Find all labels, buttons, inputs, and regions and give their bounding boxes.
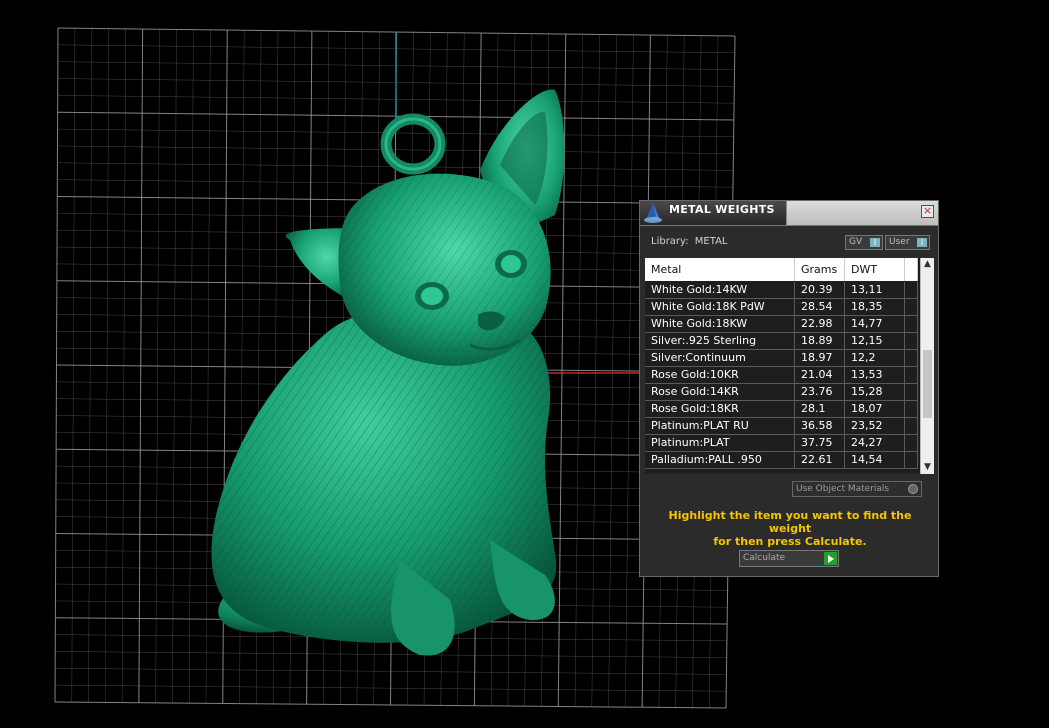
table-row[interactable]: Platinum:PLAT RU 36.58 23,52 <box>645 418 918 435</box>
cell-metal: Silver:.925 Sterling <box>645 333 795 350</box>
panel-title-tab: METAL WEIGHTS <box>640 201 787 225</box>
scroll-up-icon[interactable]: ▲ <box>921 258 934 271</box>
cat-pendant-model[interactable] <box>211 89 565 656</box>
radio-icon[interactable] <box>908 484 918 494</box>
cell-spacer <box>905 333 918 350</box>
table-row[interactable]: Rose Gold:18KR 28.1 18,07 <box>645 401 918 418</box>
header-metal[interactable]: Metal <box>645 258 795 281</box>
header-grams[interactable]: Grams <box>795 258 845 281</box>
cell-grams: 21.04 <box>795 367 845 384</box>
library-label-key: Library: <box>651 236 689 247</box>
use-object-materials-label: Use Object Materials <box>796 484 890 494</box>
cell-dwt: 14,77 <box>845 316 905 333</box>
cell-metal: Silver:Continuum <box>645 350 795 367</box>
instruction-line-2: for then press Calculate. <box>713 535 867 548</box>
cell-grams: 37.75 <box>795 435 845 452</box>
cell-dwt: 18,35 <box>845 299 905 316</box>
cell-metal: Rose Gold:18KR <box>645 401 795 418</box>
calculate-label: Calculate <box>743 553 786 563</box>
cell-metal: Rose Gold:14KR <box>645 384 795 401</box>
cell-spacer <box>905 435 918 452</box>
table-scrollbar[interactable]: ▲ ▼ <box>920 258 934 474</box>
cell-metal: Palladium:PALL .950 <box>645 452 795 469</box>
cell-spacer <box>905 316 918 333</box>
table-row[interactable]: White Gold:14KW 20.39 13,11 <box>645 282 918 299</box>
cell-grams: 23.76 <box>795 384 845 401</box>
cell-grams: 20.39 <box>795 282 845 299</box>
cell-dwt: 13,11 <box>845 282 905 299</box>
cell-spacer <box>905 401 918 418</box>
cell-grams: 28.1 <box>795 401 845 418</box>
library-value: METAL <box>694 236 728 247</box>
close-icon[interactable]: × <box>921 205 934 218</box>
cell-metal: White Gold:18K PdW <box>645 299 795 316</box>
cell-grams: 22.98 <box>795 316 845 333</box>
gv-toggle-knob: I <box>870 238 880 247</box>
table-row[interactable]: White Gold:18K PdW 28.54 18,35 <box>645 299 918 316</box>
table-row[interactable]: Rose Gold:10KR 21.04 13,53 <box>645 367 918 384</box>
cell-metal: White Gold:18KW <box>645 316 795 333</box>
cell-dwt: 24,27 <box>845 435 905 452</box>
table-row[interactable]: Palladium:PALL .950 22.61 14,54 <box>645 452 918 469</box>
cell-metal: Rose Gold:10KR <box>645 367 795 384</box>
play-arrow-icon[interactable] <box>824 552 837 565</box>
cell-dwt: 18,07 <box>845 401 905 418</box>
table-row[interactable]: Platinum:PLAT 37.75 24,27 <box>645 435 918 452</box>
table-row[interactable]: Rose Gold:14KR 23.76 15,28 <box>645 384 918 401</box>
cell-dwt: 23,52 <box>845 418 905 435</box>
cell-metal: Platinum:PLAT RU <box>645 418 795 435</box>
cell-spacer <box>905 282 918 299</box>
use-object-materials-option[interactable]: Use Object Materials <box>792 481 922 497</box>
table-body: White Gold:14KW 20.39 13,11 White Gold:18K… <box>645 282 918 469</box>
scroll-down-icon[interactable]: ▼ <box>921 461 934 474</box>
rhino-logo-icon <box>644 203 662 223</box>
scroll-thumb[interactable] <box>923 350 932 418</box>
user-toggle-knob: I <box>917 238 927 247</box>
cell-spacer <box>905 367 918 384</box>
table-row[interactable]: Silver:.925 Sterling 18.89 12,15 <box>645 333 918 350</box>
metal-table[interactable]: Metal Grams DWT White Gold:14KW 20.39 13,1… <box>645 258 934 474</box>
cell-grams: 18.97 <box>795 350 845 367</box>
cell-grams: 36.58 <box>795 418 845 435</box>
cell-dwt: 15,28 <box>845 384 905 401</box>
cell-metal: Platinum:PLAT <box>645 435 795 452</box>
panel-titlebar[interactable]: METAL WEIGHTS × <box>640 201 938 226</box>
panel-title: METAL WEIGHTS <box>669 203 775 216</box>
metal-weights-panel: METAL WEIGHTS × Library: METAL GV I User… <box>639 200 939 577</box>
cell-dwt: 12,2 <box>845 350 905 367</box>
header-dwt[interactable]: DWT <box>845 258 905 281</box>
cell-spacer <box>905 350 918 367</box>
header-spacer <box>905 258 918 281</box>
cell-spacer <box>905 452 918 469</box>
cell-spacer <box>905 384 918 401</box>
user-toggle-label: User <box>889 237 910 247</box>
gv-toggle-label: GV <box>849 237 863 247</box>
table-row[interactable]: Silver:Continuum 18.97 12,2 <box>645 350 918 367</box>
cell-spacer <box>905 299 918 316</box>
user-toggle[interactable]: User I <box>885 235 930 250</box>
cell-grams: 28.54 <box>795 299 845 316</box>
cell-grams: 22.61 <box>795 452 845 469</box>
table-row[interactable]: White Gold:18KW 22.98 14,77 <box>645 316 918 333</box>
cell-metal: White Gold:14KW <box>645 282 795 299</box>
gv-toggle[interactable]: GV I <box>845 235 883 250</box>
table-header: Metal Grams DWT <box>645 258 918 281</box>
cell-dwt: 14,54 <box>845 452 905 469</box>
cell-dwt: 12,15 <box>845 333 905 350</box>
calculate-button[interactable]: Calculate <box>739 550 839 567</box>
library-label: Library: METAL <box>651 236 728 247</box>
cell-spacer <box>905 418 918 435</box>
cell-dwt: 13,53 <box>845 367 905 384</box>
instruction-line-1: Highlight the item you want to find the … <box>668 509 912 535</box>
instruction-text: Highlight the item you want to find the … <box>650 509 930 548</box>
cell-grams: 18.89 <box>795 333 845 350</box>
